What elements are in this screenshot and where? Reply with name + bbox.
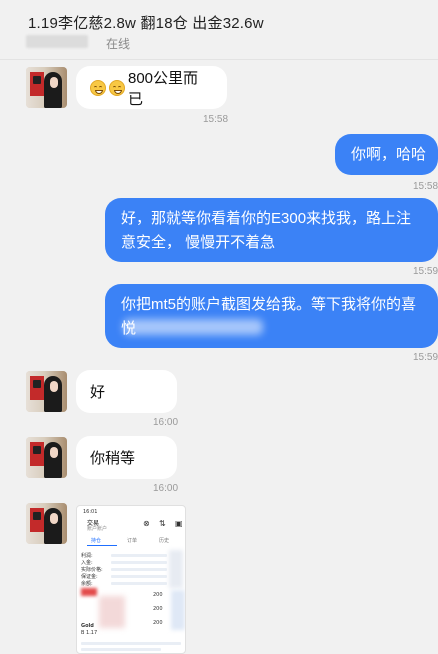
message-text: 好 bbox=[90, 384, 106, 401]
chat-title[interactable]: 1.19李亿慈2.8w 翻18仓 出金32.6w bbox=[28, 12, 264, 33]
screenshot-subtitle: 账户账户 bbox=[87, 526, 108, 532]
screenshot-icon-sort: ⇅ bbox=[159, 519, 166, 528]
chat-header: 1.19李亿慈2.8w 翻18仓 出金32.6w 在线 bbox=[0, 0, 438, 60]
contact-avatar[interactable] bbox=[26, 437, 67, 478]
screenshot-row-label: 余额: bbox=[81, 581, 93, 587]
screenshot-buy-label: B 1.17 bbox=[81, 630, 98, 636]
screenshot-icon-calendar: ▣ bbox=[175, 519, 183, 528]
message-bubble-left[interactable]: 好 bbox=[76, 370, 177, 413]
screenshot-tab-positions: 持仓 bbox=[91, 538, 102, 544]
message-text: 好，那就等你看着你的E300来找我，路上注意安全， 慢慢开不着急 bbox=[121, 210, 412, 251]
screenshot-icon-refresh: ⊗ bbox=[143, 519, 150, 528]
message-time: 15:59 bbox=[413, 352, 438, 363]
online-status: 在线 bbox=[106, 37, 131, 51]
message-bubble-left[interactable]: 你稍等 bbox=[76, 436, 177, 479]
message-bubble-left[interactable]: 800公里而已 bbox=[76, 66, 227, 109]
screenshot-number: 200 bbox=[153, 620, 163, 626]
blurred-text bbox=[123, 319, 263, 335]
screenshot-row-label: 入金: bbox=[81, 560, 93, 566]
message-time: 15:59 bbox=[413, 266, 438, 277]
screenshot-row-label: 利润: bbox=[81, 553, 93, 559]
grimacing-emoji-icon bbox=[109, 79, 125, 96]
screenshot-row-label: 保证金: bbox=[81, 574, 98, 580]
screenshot-row-label: 实际价格: bbox=[81, 567, 103, 573]
contact-avatar[interactable] bbox=[26, 503, 67, 544]
message-time: 15:58 bbox=[413, 181, 438, 192]
image-message-thumbnail[interactable]: 16:01 交易 账户账户 ⊗ ⇅ ▣ 持仓 订单 历史 利润: 入金: 实际价… bbox=[76, 505, 186, 654]
screenshot-tab-orders: 订单 bbox=[127, 538, 138, 544]
blurred-name bbox=[26, 35, 88, 48]
message-time: 16:00 bbox=[153, 417, 179, 428]
screenshot-number: 200 bbox=[153, 606, 163, 612]
message-time: 16:00 bbox=[153, 483, 179, 494]
contact-avatar[interactable] bbox=[26, 67, 67, 108]
message-time: 15:58 bbox=[203, 114, 229, 125]
message-text: 你稍等 bbox=[90, 450, 136, 467]
message-bubble-right[interactable]: 你把mt5的账户截图发给我。等下我将你的喜悦 bbox=[105, 284, 438, 348]
message-bubble-right[interactable]: 好，那就等你看着你的E300来找我，路上注意安全， 慢慢开不着急 bbox=[105, 198, 438, 262]
message-text: 你啊，哈哈 bbox=[351, 146, 427, 163]
contact-avatar[interactable] bbox=[26, 371, 67, 412]
screenshot-gold-label: Gold bbox=[81, 623, 94, 629]
message-bubble-right[interactable]: 你啊，哈哈 bbox=[335, 134, 438, 175]
message-text: 800公里而已 bbox=[128, 69, 199, 108]
screenshot-status-time: 16:01 bbox=[83, 509, 98, 515]
screenshot-number: 200 bbox=[153, 592, 163, 598]
grimacing-emoji-icon bbox=[90, 79, 106, 96]
screenshot-tab-history: 历史 bbox=[159, 538, 170, 544]
